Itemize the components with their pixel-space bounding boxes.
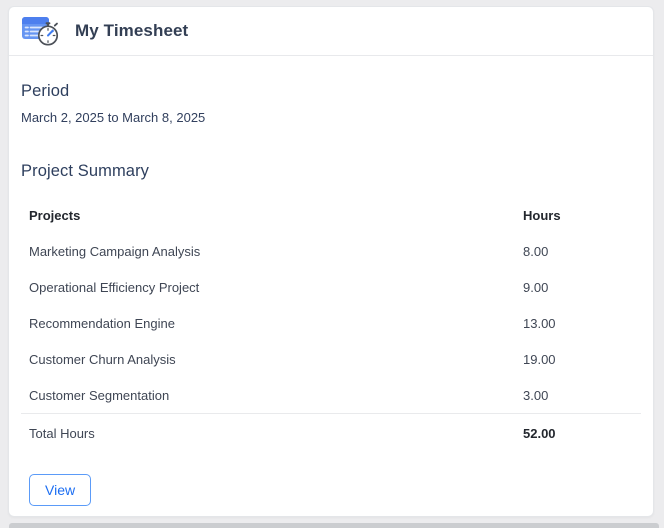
card-header: My Timesheet <box>9 7 653 56</box>
project-summary-heading: Project Summary <box>21 162 150 180</box>
period-heading: Period <box>21 82 70 100</box>
timesheet-card: My Timesheet Period March 2, 2025 to Mar… <box>8 6 654 517</box>
total-label: Total Hours <box>21 413 515 452</box>
hours-column-header: Hours <box>523 207 561 223</box>
project-name-cell: Customer Segmentation <box>29 387 170 403</box>
hours-cell: 13.00 <box>523 315 556 331</box>
total-hours-value: 52.00 <box>515 413 641 452</box>
project-name-cell: Customer Churn Analysis <box>29 351 176 367</box>
period-value: March 2, 2025 to March 8, 2025 <box>21 110 206 125</box>
page-title: My Timesheet <box>75 21 189 40</box>
table-row: Customer Segmentation 3.00 <box>21 377 641 414</box>
view-button[interactable]: View <box>29 474 92 506</box>
table-row: Recommendation Engine 13.00 <box>21 305 641 341</box>
project-summary-table: Projects Hours Marketing Campaign Analys… <box>21 197 641 452</box>
table-row: Marketing Campaign Analysis 8.00 <box>21 233 641 269</box>
hours-cell: 3.00 <box>523 387 549 403</box>
table-row: Customer Churn Analysis 19.00 <box>21 341 641 377</box>
card-body: Period March 2, 2025 to March 8, 2025 Pr… <box>9 56 653 520</box>
total-row: Total Hours 52.00 <box>21 413 641 452</box>
project-name-cell: Operational Efficiency Project <box>29 279 200 295</box>
hours-cell: 19.00 <box>523 351 556 367</box>
projects-column-header: Projects <box>29 207 81 223</box>
hours-cell: 8.00 <box>523 243 549 259</box>
project-name-cell: Recommendation Engine <box>29 315 175 331</box>
timesheet-stopwatch-icon <box>21 14 61 52</box>
table-header-row: Projects Hours <box>21 197 641 233</box>
table-row: Operational Efficiency Project 9.00 <box>21 269 641 305</box>
project-name-cell: Marketing Campaign Analysis <box>29 243 201 259</box>
hours-cell: 9.00 <box>523 279 549 295</box>
next-card-top-edge <box>9 523 659 528</box>
